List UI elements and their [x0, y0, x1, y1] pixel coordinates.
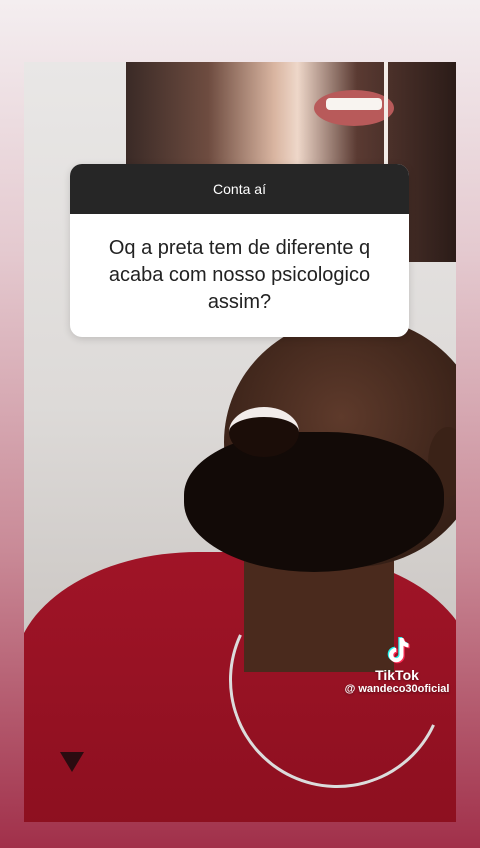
beard — [184, 432, 444, 572]
creator-handle: @ wandeco30oficial — [344, 683, 450, 695]
tiktok-icon — [387, 637, 410, 664]
open-mouth — [229, 407, 299, 457]
question-sticker-header: Conta aí — [70, 164, 409, 214]
tiktok-watermark: TikTok @ wandeco30oficial — [332, 636, 462, 695]
poster-teeth — [326, 98, 382, 110]
tiktok-brand: TikTok — [375, 667, 419, 683]
question-sticker[interactable]: Conta aí Oq a preta tem de diferente q a… — [70, 164, 409, 337]
question-text: Oq a preta tem de diferente q acaba com … — [108, 237, 371, 313]
question-sticker-title: Conta aí — [213, 181, 266, 197]
shirt-logo — [60, 752, 84, 772]
question-sticker-body: Oq a preta tem de diferente q acaba com … — [70, 214, 409, 337]
